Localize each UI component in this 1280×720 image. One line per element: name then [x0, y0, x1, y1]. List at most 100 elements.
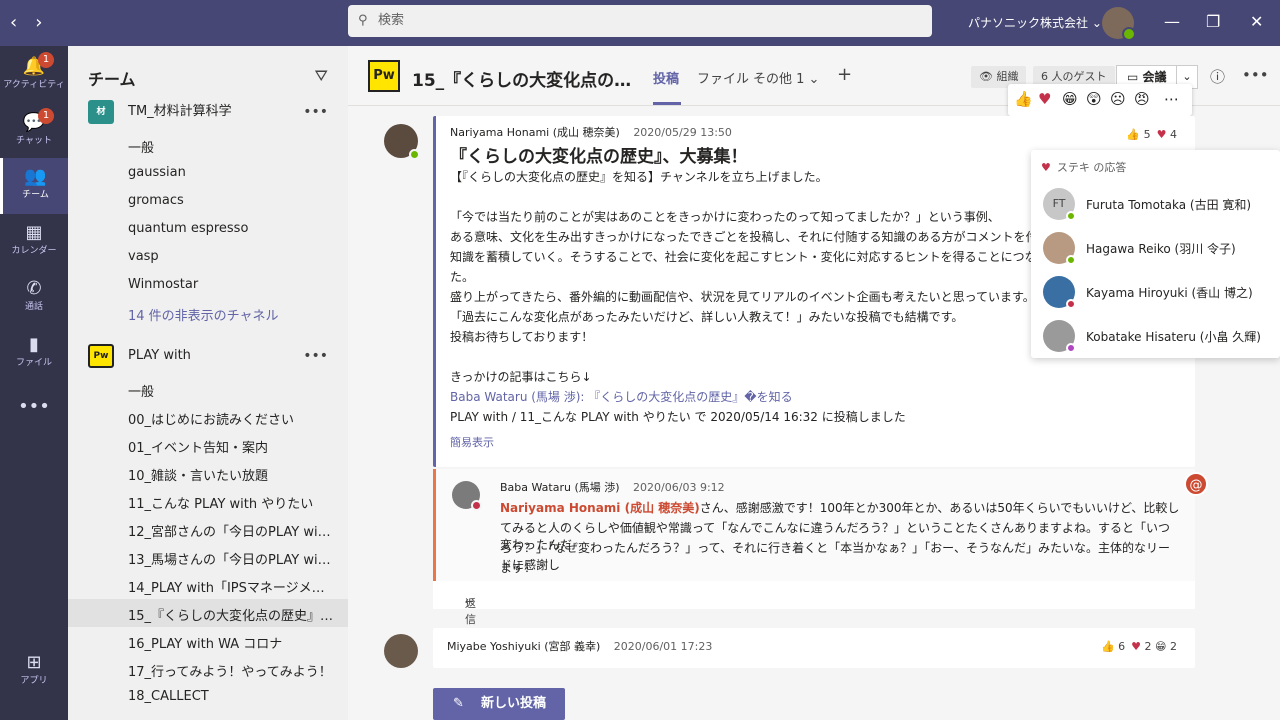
channel-item[interactable]: gromacs — [128, 193, 334, 208]
rail-chat[interactable]: 💬 1 チャット — [0, 104, 68, 160]
new-post-button[interactable]: ✎ 新しい投稿 — [433, 688, 565, 720]
tab-more[interactable]: その他 1 ⌄ — [753, 68, 819, 87]
avatar[interactable] — [1102, 7, 1136, 41]
more-icon[interactable]: ••• — [1242, 66, 1269, 84]
org-switcher[interactable]: パナソニック株式会社 ⌄ — [968, 14, 1102, 31]
reactor-row[interactable]: Hagawa Reiko (羽川 令子) — [1043, 226, 1280, 270]
hidden-channels-link[interactable]: 14 件の非表示のチャネル — [128, 305, 334, 324]
rail-apps[interactable]: ⊞ アプリ — [0, 644, 68, 700]
activity-badge: 1 — [38, 52, 54, 68]
heart-icon[interactable]: ♥ — [1038, 90, 1051, 108]
article-link[interactable]: Baba Wataru (馬場 渉): 『くらしの大変化点の歴史』�を知る — [450, 388, 793, 405]
avatar: FT — [1043, 188, 1076, 221]
mention[interactable]: Nariyama Honami (成山 穂奈美) — [500, 501, 700, 515]
info-icon[interactable]: ⓘ — [1210, 66, 1225, 87]
channel-item[interactable]: vasp — [128, 249, 334, 264]
popup-title-text: ステキ の応答 — [1056, 161, 1127, 174]
rail-files-label: ファイル — [15, 358, 52, 368]
rail-calendar-label: カレンダー — [11, 246, 57, 256]
heart-icon: ♥ — [1041, 161, 1051, 174]
back-icon[interactable]: ‹ — [10, 12, 17, 33]
filter-icon[interactable]: ⛛ — [315, 66, 328, 86]
post-reactions[interactable]: 👍 5 ♥ 4 — [1126, 128, 1177, 141]
more-options-icon[interactable]: ⋯ — [1164, 90, 1179, 108]
avatar[interactable] — [452, 481, 482, 511]
post-line: 投稿お待ちしております！ — [450, 330, 594, 344]
reactor-row[interactable]: FT Furuta Tomotaka (古田 寛和) — [1043, 182, 1280, 226]
team-logo: Pw — [368, 60, 400, 92]
channel-item[interactable]: 16_PLAY with WA コロナ — [128, 633, 334, 652]
apps-icon: ⊞ — [26, 652, 42, 673]
post-line: 知識を蓄積していく。そうすることで、社会に変化を起こすヒント・変化に対応するヒン… — [450, 250, 1073, 264]
rail-teams[interactable]: 👥 チーム — [0, 158, 68, 214]
forward-icon[interactable]: › — [35, 12, 42, 33]
channel-item[interactable]: gaussian — [128, 165, 334, 180]
channel-item[interactable]: 一般 — [128, 381, 334, 400]
team-playwith[interactable]: Pw PLAY with ••• — [68, 342, 348, 370]
laugh-icon[interactable]: 😁 — [1062, 90, 1078, 108]
active-tab-indicator — [653, 102, 681, 105]
channel-item[interactable]: 18_CALLECT — [128, 689, 334, 704]
channel-item[interactable]: 11_こんな PLAY with やりたい — [128, 493, 334, 512]
collapse-link[interactable]: 簡易表示 — [450, 434, 494, 450]
surprised-icon[interactable]: 😲 — [1086, 90, 1102, 108]
team-tm[interactable]: 材 TM_材料計算科学 ••• — [68, 98, 348, 126]
reactor-row[interactable]: Kobatake Hisateru (小畠 久輝) — [1043, 314, 1280, 358]
rail-files[interactable]: ▮ ファイル — [0, 326, 68, 382]
avatar — [1043, 232, 1076, 265]
reactor-row[interactable]: Kayama Hiroyuki (香山 博之) — [1043, 270, 1280, 314]
channel-item[interactable]: 14_PLAY with「IPSマネージメントチ... — [128, 577, 334, 596]
sad-icon[interactable]: ☹ — [1110, 90, 1126, 108]
more-options-icon[interactable]: ••• — [303, 342, 328, 370]
avatar[interactable] — [384, 634, 418, 668]
video-icon: ▭ — [1127, 70, 1139, 84]
restore-icon[interactable]: ❐ — [1206, 12, 1220, 31]
post-reactions[interactable]: 👍 6 ♥ 2 😁 2 — [1101, 640, 1177, 653]
rail-apps-label: アプリ — [20, 676, 48, 686]
page-title: 15_『くらしの大変化点の歴... — [412, 71, 632, 91]
channel-main: Pw 15_『くらしの大変化点の歴... 投稿 ファイル その他 1 ⌄ + 👁… — [348, 46, 1280, 720]
like-icon[interactable]: 👍 — [1014, 90, 1033, 108]
channel-item-selected[interactable]: 15_『くらしの大変化点の歴史』を... — [128, 605, 334, 624]
channel-item[interactable]: 01_イベント告知・案内 — [128, 437, 334, 456]
channel-item[interactable]: 00_はじめにお読みください — [128, 409, 334, 428]
like-count: 5 — [1143, 128, 1151, 141]
tab-posts[interactable]: 投稿 — [653, 68, 679, 87]
channel-item[interactable]: 17_行ってみよう！やってみよう！ — [128, 661, 334, 680]
reply-text: さん、感謝感激です！100年とか300年とか、あるいは50年くらいでもいいけど、… — [699, 501, 1180, 515]
avatar[interactable] — [384, 124, 420, 160]
angry-icon[interactable]: 😠 — [1134, 90, 1150, 108]
rail-calls[interactable]: ✆ 通話 — [0, 270, 68, 326]
more-options-icon[interactable]: ••• — [303, 98, 328, 126]
reaction-popup: ♥ ステキ の応答 FT Furuta Tomotaka (古田 寛和) Haga… — [1031, 150, 1280, 358]
channel-item[interactable]: 10_雑談・言いたい放題 — [128, 465, 334, 484]
reaction-bar: 👍 ♥ 😁 😲 ☹ 😠 ⋯ — [1008, 84, 1192, 116]
channel-item[interactable]: 一般 — [128, 137, 334, 156]
channel-item[interactable]: Winmostar — [128, 277, 334, 292]
channel-item[interactable]: 13_馬場さんの「今日のPLAY with」 — [128, 549, 334, 568]
reply-author[interactable]: Baba Wataru (馬場 渉) — [500, 481, 620, 494]
post-meta: Miyabe Yoshiyuki (宮部 義幸) 2020/06/01 17:2… — [447, 638, 712, 654]
chat-icon: 💬 — [22, 112, 46, 133]
heart-count: 4 — [1170, 128, 1177, 141]
channel-item[interactable]: quantum espresso — [128, 221, 334, 236]
tab-more-label: その他 1 — [753, 72, 805, 87]
rail-chat-label: チャット — [16, 136, 52, 146]
post-author[interactable]: Nariyama Honami (成山 穂奈美) — [450, 126, 620, 139]
search-input[interactable]: ⚲ 検索 — [348, 5, 932, 37]
chevron-down-icon: ⌄ — [1091, 16, 1102, 30]
add-tab-icon[interactable]: + — [837, 64, 852, 85]
tab-files[interactable]: ファイル — [697, 68, 749, 87]
rail-calendar[interactable]: ▦ カレンダー — [0, 214, 68, 270]
rail-activity[interactable]: 🔔 1 アクティビティ — [0, 48, 68, 104]
rail-more[interactable]: ••• — [0, 388, 68, 444]
post-line: ある意味、文化を生み出すきっかけになったできごとを投稿し、それに付随する知識のあ… — [450, 230, 1050, 244]
post-line: た。 — [450, 270, 475, 284]
channel-item[interactable]: 12_宮部さんの「今日のPLAY with」 — [128, 521, 334, 540]
minimize-icon[interactable]: — — [1164, 12, 1180, 31]
teams-icon: 👥 — [24, 166, 47, 187]
search-placeholder: 検索 — [378, 13, 405, 28]
close-icon[interactable]: ✕ — [1250, 12, 1263, 31]
reply-button[interactable]: ↩ 返信 — [433, 581, 1195, 626]
post-author[interactable]: Miyabe Yoshiyuki (宮部 義幸) — [447, 640, 600, 653]
